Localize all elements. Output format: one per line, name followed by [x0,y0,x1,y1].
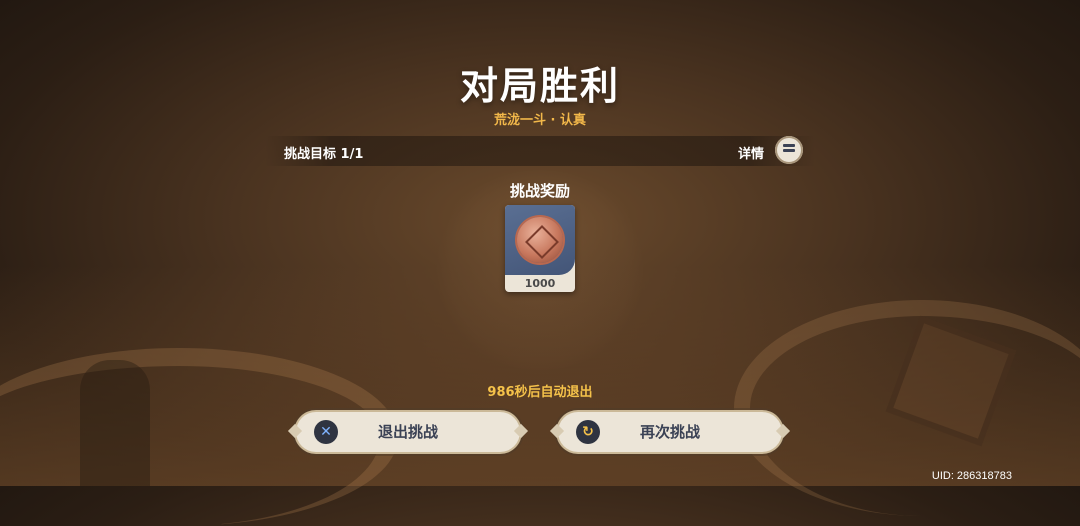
background-cat-statue [80,360,150,486]
retry-challenge-label: 再次挑战 [639,423,700,441]
goal-progress-text: 挑战目标 1/1 [284,147,364,162]
exit-challenge-button[interactable]: ✕ 退出挑战 [287,412,529,452]
reward-item-count: 1000 [524,277,556,290]
details-button[interactable] [775,136,803,164]
retry-challenge-button[interactable]: ↻ 再次挑战 [549,412,791,452]
exit-challenge-label: 退出挑战 [377,423,438,441]
list-icon [783,144,795,156]
result-title: 对局胜利 [459,64,620,108]
reward-item-art [505,205,575,275]
coin-icon [517,217,563,263]
reward-item-card[interactable]: 1000 [505,205,575,292]
player-uid: UID: 286318783 [931,470,1012,482]
challenge-subtitle: 荒泷一斗 · 认真 [494,113,586,128]
goal-bar: 挑战目标 1/1 详情 [265,136,815,166]
reward-title: 挑战奖励 [509,182,570,200]
auto-exit-countdown: 986秒后自动退出 [487,385,593,400]
details-label[interactable]: 详情 [738,143,764,162]
